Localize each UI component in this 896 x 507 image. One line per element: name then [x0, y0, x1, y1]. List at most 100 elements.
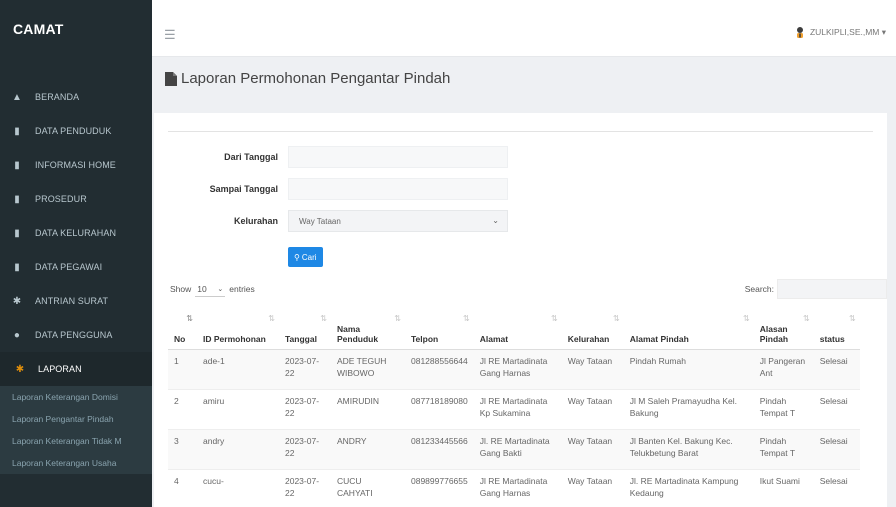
home-icon: ▲ — [12, 91, 22, 103]
sidebar-item-informasi-home[interactable]: ▮ INFORMASI HOME — [0, 148, 152, 182]
cell-no: 4 — [168, 469, 197, 507]
file-icon: ▮ — [14, 193, 20, 205]
cell-nama: AMIRUDIN — [331, 389, 405, 430]
chevron-down-icon: ⌄ — [217, 285, 224, 293]
column-header-id-permohonan[interactable]: ID Permohonan ⇅ — [197, 305, 279, 350]
column-header-no[interactable]: No ⇅ — [168, 305, 197, 350]
table-search-input[interactable] — [777, 279, 887, 299]
cell-status: Selesai — [813, 429, 860, 470]
cell-telpon: 081288556644 — [405, 349, 474, 390]
sidebar-item-label: DATA PENDUDUK — [35, 126, 112, 136]
panel-divider — [168, 131, 873, 132]
table-search: Search: — [745, 279, 887, 299]
submenu-item-laporan-usaha[interactable]: Laporan Keterangan Usaha — [0, 452, 152, 474]
cell-kelurahan: Way Tataan — [561, 429, 624, 470]
cell-no: 2 — [168, 389, 197, 430]
search-button[interactable]: ⚲ Cari — [288, 247, 323, 267]
cell-tanggal: 2023-07-22 — [279, 469, 331, 507]
cell-kelurahan: Way Tataan — [561, 349, 624, 390]
user-avatar-icon — [796, 27, 803, 38]
file-icon: ▮ — [14, 159, 20, 171]
chevron-down-icon: ⌄ — [492, 216, 499, 225]
column-header-nama-penduduk[interactable]: Nama Penduduk ⇅ — [331, 305, 405, 350]
sidebar-item-label: LAPORAN — [38, 364, 82, 374]
column-header-tanggal[interactable]: Tanggal ⇅ — [279, 305, 331, 350]
table-row: 4 cucu- 2023-07-22 CUCU CAHYATI 08989977… — [168, 469, 860, 507]
gear-icon: ✱ — [15, 363, 25, 375]
cell-alamat-pindah: Jl. RE Martadinata Kampung Kedaung — [623, 469, 754, 507]
table-row: 3 andry 2023-07-22 ANDRY 081233445566 Jl… — [168, 429, 860, 470]
cell-alasan: Jl Pangeran Ant — [753, 349, 814, 390]
column-header-kelurahan[interactable]: Kelurahan ⇅ — [561, 305, 624, 350]
cell-kelurahan: Way Tataan — [561, 389, 624, 430]
brand-title: CAMAT — [13, 20, 64, 37]
laporan-submenu: Laporan Keterangan Domisi Laporan Pengan… — [0, 386, 152, 474]
sidebar-item-data-kelurahan[interactable]: ▮ DATA KELURAHAN — [0, 216, 152, 250]
file-icon: ▮ — [14, 227, 20, 239]
cell-alamat: Jl. RE Martadinata Gang Bakti — [473, 429, 562, 470]
cell-alamat-pindah: Pindah Rumah — [623, 349, 754, 390]
cell-nama: ADE TEGUH WIBOWO — [331, 349, 405, 390]
file-icon: ▮ — [14, 125, 20, 137]
cell-telpon: 081233445566 — [405, 429, 474, 470]
submenu-item-laporan-pengantar-pindah[interactable]: Laporan Pengantar Pindah — [0, 408, 152, 430]
column-header-alamat[interactable]: Alamat ⇅ — [473, 305, 562, 350]
sort-icon: ⇅ — [320, 314, 327, 323]
sidebar-item-data-pegawai[interactable]: ▮ DATA PEGAWAI — [0, 250, 152, 284]
gear-icon: ✱ — [12, 295, 22, 307]
sort-icon: ⇅ — [803, 314, 810, 323]
cell-nama: CUCU CAHYATI — [331, 469, 405, 507]
cell-no: 3 — [168, 429, 197, 470]
cell-alamat: Jl RE Martadinata Gang Harnas — [473, 349, 562, 390]
sidebar-item-antrian-surat[interactable]: ✱ ANTRIAN SURAT — [0, 284, 152, 318]
entries-label: entries — [229, 284, 255, 294]
submenu-item-laporan-domisili[interactable]: Laporan Keterangan Domisi — [0, 386, 152, 408]
cell-tanggal: 2023-07-22 — [279, 429, 331, 470]
column-header-alamat-pindah[interactable]: Alamat Pindah ⇅ — [623, 305, 754, 350]
column-header-telpon[interactable]: Telpon ⇅ — [405, 305, 474, 350]
page-title: Laporan Permohonan Pengantar Pindah — [165, 70, 450, 87]
sidebar-item-prosedur[interactable]: ▮ PROSEDUR — [0, 182, 152, 216]
sort-icon: ⇅ — [849, 314, 856, 323]
cell-tanggal: 2023-07-22 — [279, 389, 331, 430]
cell-alamat-pindah: Jl M Saleh Pramayudha Kel. Bakung — [623, 389, 754, 430]
sidebar-item-data-penduduk[interactable]: ▮ DATA PENDUDUK — [0, 114, 152, 148]
sidebar-item-label: ANTRIAN SURAT — [35, 296, 109, 306]
cell-id: cucu- — [197, 469, 279, 507]
sidebar-item-beranda[interactable]: ▲ BERANDA — [0, 80, 152, 114]
show-label: Show — [170, 284, 192, 294]
cell-alamat: Jl RE Martadinata Gang Harnas — [473, 469, 562, 507]
column-header-alasan-pindah[interactable]: Alasan Pindah ⇅ — [753, 305, 814, 350]
cell-alasan: Pindah Tempat T — [753, 429, 814, 470]
sidebar-menu: ▲ BERANDA ▮ DATA PENDUDUK ▮ INFORMASI HOME … — [0, 80, 152, 386]
entries-length-control: Show 10 ⌄ entries — [170, 281, 255, 297]
entries-select[interactable]: 10 ⌄ — [195, 281, 226, 297]
sidebar-item-laporan[interactable]: ✱ LAPORAN — [0, 352, 152, 386]
table-row: 1 ade-1 2023-07-22 ADE TEGUH WIBOWO 0812… — [168, 349, 860, 390]
from-date-input[interactable] — [288, 146, 508, 168]
sidebar: CAMAT ▲ BERANDA ▮ DATA PENDUDUK ▮ INFORMASI… — [0, 0, 152, 507]
user-menu[interactable]: ZULKIPLI,SE.,MM ▾ — [794, 26, 886, 38]
report-table: No ⇅ ID Permohonan ⇅ Tanggal ⇅ Nama Pendudu… — [168, 305, 860, 507]
cell-status: Selesai — [813, 349, 860, 390]
brand[interactable]: CAMAT — [0, 0, 152, 57]
page-title-text: Laporan Permohonan Pengantar Pindah — [181, 70, 451, 87]
submenu-item-laporan-tidak-mampu[interactable]: Laporan Keterangan Tidak M — [0, 430, 152, 452]
from-date-label: Dari Tanggal — [224, 152, 278, 162]
column-header-status[interactable]: status ⇅ — [813, 305, 860, 350]
sort-icon: ⇅ — [268, 314, 275, 323]
cell-alasan: Pindah Tempat T — [753, 389, 814, 430]
cell-telpon: 089899776655 — [405, 469, 474, 507]
cell-telpon: 087718189080 — [405, 389, 474, 430]
file-icon: ▮ — [14, 261, 20, 273]
kelurahan-select[interactable]: Way Tataan ⌄ — [288, 210, 508, 232]
sort-asc-icon: ⇅ — [186, 314, 193, 323]
to-date-input[interactable] — [288, 178, 508, 200]
cell-id: andry — [197, 429, 279, 470]
sidebar-item-data-pengguna[interactable]: ● DATA PENGGUNA — [0, 318, 152, 352]
to-date-label: Sampai Tanggal — [209, 184, 278, 194]
report-panel: Dari Tanggal Sampai Tanggal Kelurahan Wa… — [154, 113, 887, 507]
sidebar-item-label: BERANDA — [35, 92, 80, 102]
cell-status: Selesai — [813, 469, 860, 507]
menu-toggle-icon[interactable]: ☰ — [164, 27, 176, 43]
